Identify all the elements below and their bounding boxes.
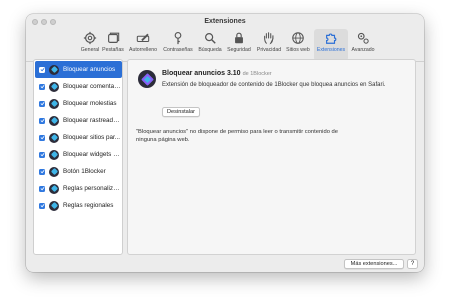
extension-icon (49, 64, 59, 75)
tab-contrasenas[interactable]: Contraseñas (161, 29, 195, 61)
checkmark-icon (40, 152, 44, 157)
key-icon (174, 32, 182, 45)
extension-logo-icon (138, 70, 156, 88)
extension-name: Bloquear anuncios 3.10 (162, 70, 241, 77)
tab-busqueda[interactable]: Búsqueda (197, 29, 223, 61)
tab-privacidad[interactable]: Privacidad (255, 29, 283, 61)
preferences-toolbar: General Pestañas Autorrelleno Contraseña… (26, 28, 424, 62)
tab-label: Privacidad (256, 47, 282, 53)
enable-checkbox[interactable] (39, 66, 45, 73)
checkmark-icon (40, 84, 44, 89)
hand-icon (264, 32, 274, 45)
tab-label: Búsqueda (198, 47, 222, 53)
tab-label: Contraseñas (163, 47, 193, 53)
tab-label: Autorrelleno (129, 47, 157, 53)
permission-notice: "Bloquear anuncios" no dispone de permis… (136, 128, 338, 144)
list-item-label: Reglas personaliza... (63, 185, 121, 192)
extensions-list: Bloquear anuncios Bloquear comentari... … (33, 59, 123, 255)
list-item-label: Bloquear rastreado... (63, 117, 121, 124)
enable-checkbox[interactable] (39, 151, 45, 158)
puzzle-icon (326, 33, 337, 44)
tabs-icon (108, 32, 120, 43)
list-item-bloquear-anuncios[interactable]: Bloquear anuncios (35, 61, 122, 78)
checkmark-icon (40, 203, 44, 208)
checkmark-icon (40, 67, 44, 72)
enable-checkbox[interactable] (39, 117, 45, 124)
tab-label: Seguridad (227, 47, 251, 53)
tab-label: Sitios web (286, 47, 310, 53)
extension-icon (49, 200, 59, 211)
extension-description: Extensión de bloqueador de contenido de … (162, 82, 386, 88)
list-item-bloquear-comentarios[interactable]: Bloquear comentari... (35, 78, 122, 95)
uninstall-button[interactable]: Desinstalar (162, 107, 200, 117)
extension-icon (49, 149, 59, 160)
gear-icon (83, 31, 97, 45)
list-item-bloquear-molestias[interactable]: Bloquear molestias (35, 95, 122, 112)
list-item-label: Bloquear anuncios (63, 66, 116, 73)
list-item-boton-1blocker[interactable]: Botón 1Blocker (35, 163, 122, 180)
extension-icon (49, 166, 59, 177)
extension-icon (49, 81, 59, 92)
tab-label: General (80, 47, 100, 53)
enable-checkbox[interactable] (39, 134, 45, 141)
list-item-label: Bloquear molestias (63, 100, 117, 107)
tab-seguridad[interactable]: Seguridad (225, 29, 253, 61)
enable-checkbox[interactable] (39, 202, 45, 209)
checkmark-icon (40, 118, 44, 123)
tab-avanzado[interactable]: Avanzado (349, 29, 377, 61)
enable-checkbox[interactable] (39, 168, 45, 175)
lock-icon (235, 32, 243, 44)
enable-checkbox[interactable] (39, 185, 45, 192)
preferences-window: Extensiones General Pestañas Autorrellen… (26, 14, 424, 272)
tab-extensiones[interactable]: Extensiones (314, 29, 348, 61)
extension-icon (49, 183, 59, 194)
globe-icon (292, 32, 304, 44)
list-item-bloquear-sitios[interactable]: Bloquear sitios par... (35, 129, 122, 146)
list-item-bloquear-rastreadores[interactable]: Bloquear rastreado... (35, 112, 122, 129)
list-item-label: Reglas regionales (63, 202, 114, 209)
enable-checkbox[interactable] (39, 83, 45, 90)
extension-detail-panel: Bloquear anuncios 3.10 de 1Blocker Extens… (127, 59, 416, 255)
gears-icon (357, 32, 369, 44)
pencil-field-icon (136, 33, 150, 43)
tab-general[interactable]: General (78, 29, 102, 61)
list-item-label: Botón 1Blocker (63, 168, 106, 175)
list-item-label: Bloquear widgets d... (63, 151, 121, 158)
checkmark-icon (40, 186, 44, 191)
list-item-reglas-personalizadas[interactable]: Reglas personaliza... (35, 180, 122, 197)
extension-icon (49, 115, 59, 126)
extension-icon (49, 132, 59, 143)
checkmark-icon (40, 169, 44, 174)
list-item-bloquear-widgets[interactable]: Bloquear widgets d... (35, 146, 122, 163)
enable-checkbox[interactable] (39, 100, 45, 107)
tab-pestanas[interactable]: Pestañas (102, 29, 124, 61)
extension-title: Bloquear anuncios 3.10 de 1Blocker (162, 70, 272, 77)
list-item-label: Bloquear sitios par... (63, 134, 121, 141)
tab-autorrelleno[interactable]: Autorrelleno (126, 29, 160, 61)
tab-sitios-web[interactable]: Sitios web (284, 29, 312, 61)
magnifier-icon (205, 33, 216, 44)
help-button[interactable]: ? (407, 259, 418, 269)
window-title: Extensiones (204, 18, 246, 25)
more-extensions-button[interactable]: Más extensiones... (344, 259, 404, 269)
permission-notice-line-2: ninguna página web. (136, 137, 190, 143)
permission-notice-line-1: "Bloquear anuncios" no dispone de permis… (136, 129, 338, 135)
extension-icon (49, 98, 59, 109)
tab-label: Avanzado (351, 47, 375, 53)
checkmark-icon (40, 135, 44, 140)
tab-label: Extensiones (316, 47, 346, 53)
checkmark-icon (40, 101, 44, 106)
tab-label: Pestañas (102, 47, 124, 53)
list-item-reglas-regionales[interactable]: Reglas regionales (35, 197, 122, 214)
extension-developer: de 1Blocker (242, 71, 272, 77)
list-item-label: Bloquear comentari... (63, 83, 121, 90)
